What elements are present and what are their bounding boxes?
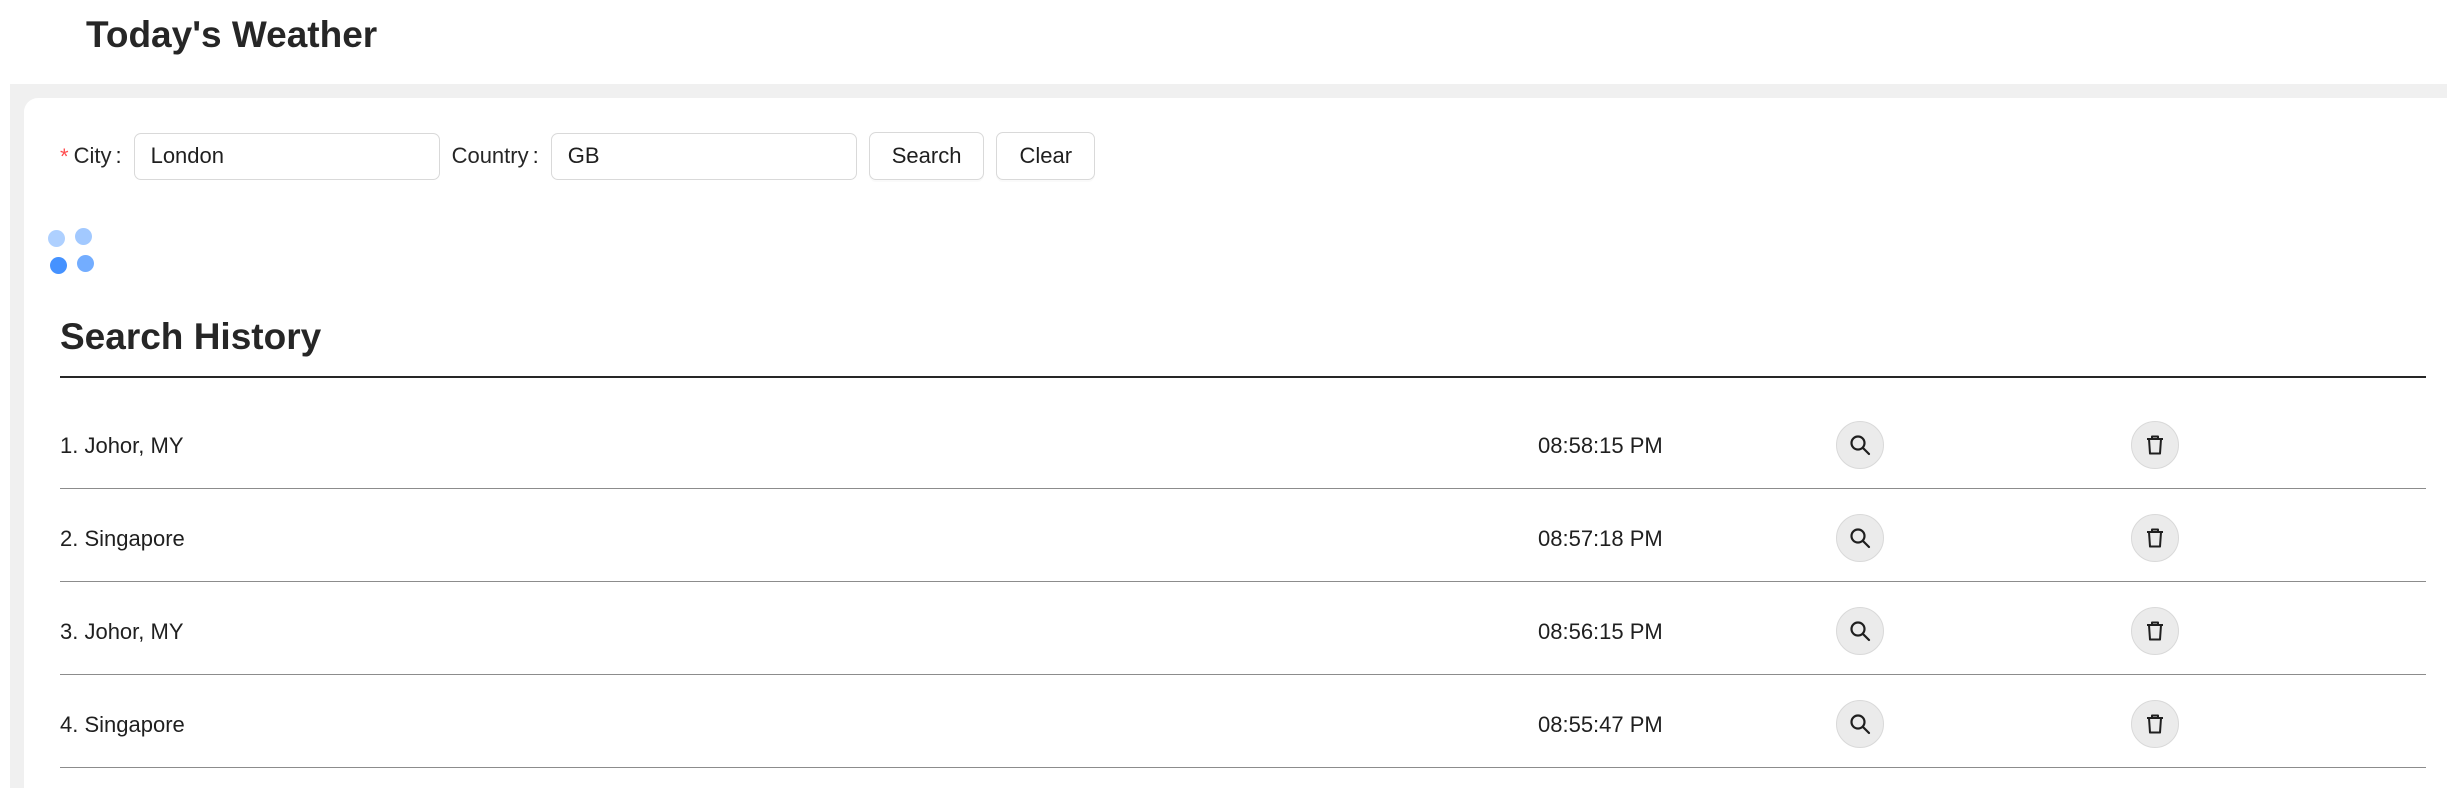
spinner-dot [50, 257, 67, 274]
search-history-title: Search History [60, 316, 322, 357]
city-label-colon: : [115, 143, 122, 168]
search-button[interactable]: Search [868, 132, 985, 180]
history-divider [60, 376, 2426, 378]
history-item-time: 08:58:15 PM [1538, 433, 1663, 458]
city-input[interactable] [133, 132, 440, 180]
history-search-button[interactable] [1836, 421, 1884, 469]
trash-icon [2147, 714, 2163, 734]
search-form: * City : Country : Search Clear [60, 132, 1096, 180]
search-icon [1850, 435, 1871, 456]
required-mark: * [60, 144, 69, 169]
search-history-list: 1. Johor, MY 08:58:15 PM 2. Singapore 08… [60, 396, 2426, 768]
history-item-label: 3. Johor, MY [60, 619, 184, 644]
history-item-time: 08:55:47 PM [1538, 712, 1663, 737]
trash-icon [2147, 528, 2163, 548]
history-delete-button[interactable] [2131, 514, 2179, 562]
history-row: 3. Johor, MY 08:56:15 PM [60, 582, 2426, 675]
trash-icon [2147, 435, 2163, 455]
history-item-label: 1. Johor, MY [60, 433, 184, 458]
history-search-button[interactable] [1836, 514, 1884, 562]
spinner-dot [48, 230, 65, 247]
weather-card: * City : Country : Search Clear Search H… [24, 98, 2447, 788]
history-delete-button[interactable] [2131, 421, 2179, 469]
history-item-label: 4. Singapore [60, 712, 185, 737]
history-delete-button[interactable] [2131, 700, 2179, 748]
trash-icon [2147, 621, 2163, 641]
page-title: Today's Weather [86, 14, 378, 55]
search-icon [1850, 621, 1871, 642]
history-search-button[interactable] [1836, 700, 1884, 748]
search-icon [1850, 528, 1871, 549]
country-label-colon: : [532, 143, 539, 168]
search-icon [1850, 714, 1871, 735]
spinner-dot [75, 228, 92, 245]
country-label: Country [451, 143, 529, 168]
history-item-time: 08:56:15 PM [1538, 619, 1663, 644]
spinner-dot [77, 255, 94, 272]
content-area: * City : Country : Search Clear Search H… [10, 84, 2447, 788]
city-label: City [73, 143, 112, 168]
country-input[interactable] [550, 132, 857, 180]
history-item-label: 2. Singapore [60, 526, 185, 551]
header: Today's Weather [0, 0, 2447, 84]
clear-button[interactable]: Clear [996, 132, 1096, 180]
history-search-button[interactable] [1836, 607, 1884, 655]
history-item-time: 08:57:18 PM [1538, 526, 1663, 551]
history-delete-button[interactable] [2131, 607, 2179, 655]
history-row: 4. Singapore 08:55:47 PM [60, 675, 2426, 768]
history-row: 2. Singapore 08:57:18 PM [60, 489, 2426, 582]
history-row: 1. Johor, MY 08:58:15 PM [60, 396, 2426, 489]
